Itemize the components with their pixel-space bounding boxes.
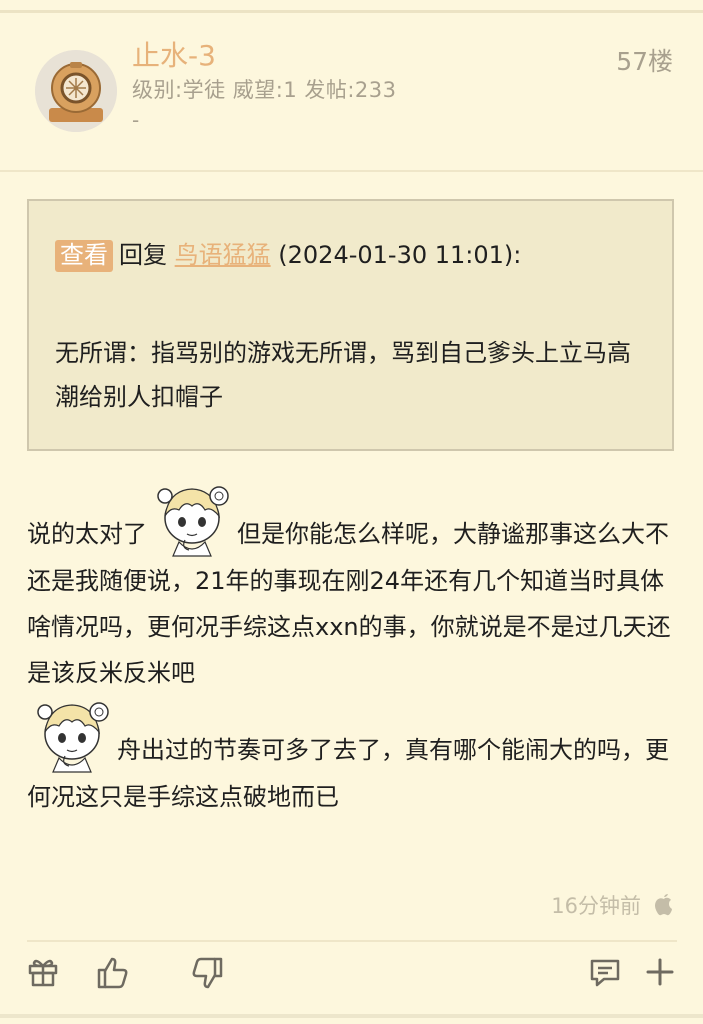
avatar[interactable]: [35, 50, 117, 132]
quote-text: 无所谓：指骂别的游戏无所谓，骂到自己爹头上立马高潮给别人扣帽子: [55, 339, 631, 411]
top-divider: [0, 10, 703, 13]
thumbs-down-icon[interactable]: [189, 955, 229, 995]
content-part-3: 舟出过的节奏可多了去了，真有哪个能闹大的吗，更何况这只是手综这点破地而已: [27, 736, 669, 811]
reply-time: (2024-01-30 11:01):: [278, 241, 522, 269]
comment-icon[interactable]: [588, 955, 628, 995]
author-meta: 级别:学徒 威望:1 发帖:233: [132, 78, 397, 102]
view-quote-button[interactable]: 查看: [55, 240, 113, 272]
post-time: 16分钟前: [551, 894, 641, 918]
reply-prefix: 回复: [119, 241, 167, 269]
header-divider: [0, 170, 703, 172]
quote-block: 查看 回复 鸟语猛猛 (2024-01-30 11:01): 无所谓：指骂别的游戏…: [27, 199, 674, 451]
diving-helmet-avatar-icon: [35, 50, 117, 132]
author-signature: -: [132, 108, 140, 132]
plus-icon[interactable]: [643, 955, 683, 995]
footer-divider: [27, 940, 677, 942]
quote-header: 查看 回复 鸟语猛猛 (2024-01-30 11:01):: [55, 235, 522, 272]
floor-number: 57楼: [616, 47, 673, 76]
bottom-divider: [0, 1014, 703, 1018]
gift-icon[interactable]: [26, 955, 66, 995]
apple-icon: [653, 892, 675, 916]
anime-girl-sticker-icon: [149, 480, 235, 558]
author-name[interactable]: 止水-3: [132, 34, 216, 74]
reply-user-link[interactable]: 鸟语猛猛: [175, 241, 271, 269]
thumbs-up-icon[interactable]: [95, 955, 135, 995]
content-part-1: 说的太对了: [27, 520, 147, 548]
anime-girl-sticker-icon: [29, 696, 115, 774]
post-content: 说的太对了 但是你能怎么样呢，大静谧那事这么大不还是我随便说，21年的事现在刚2…: [27, 480, 677, 820]
